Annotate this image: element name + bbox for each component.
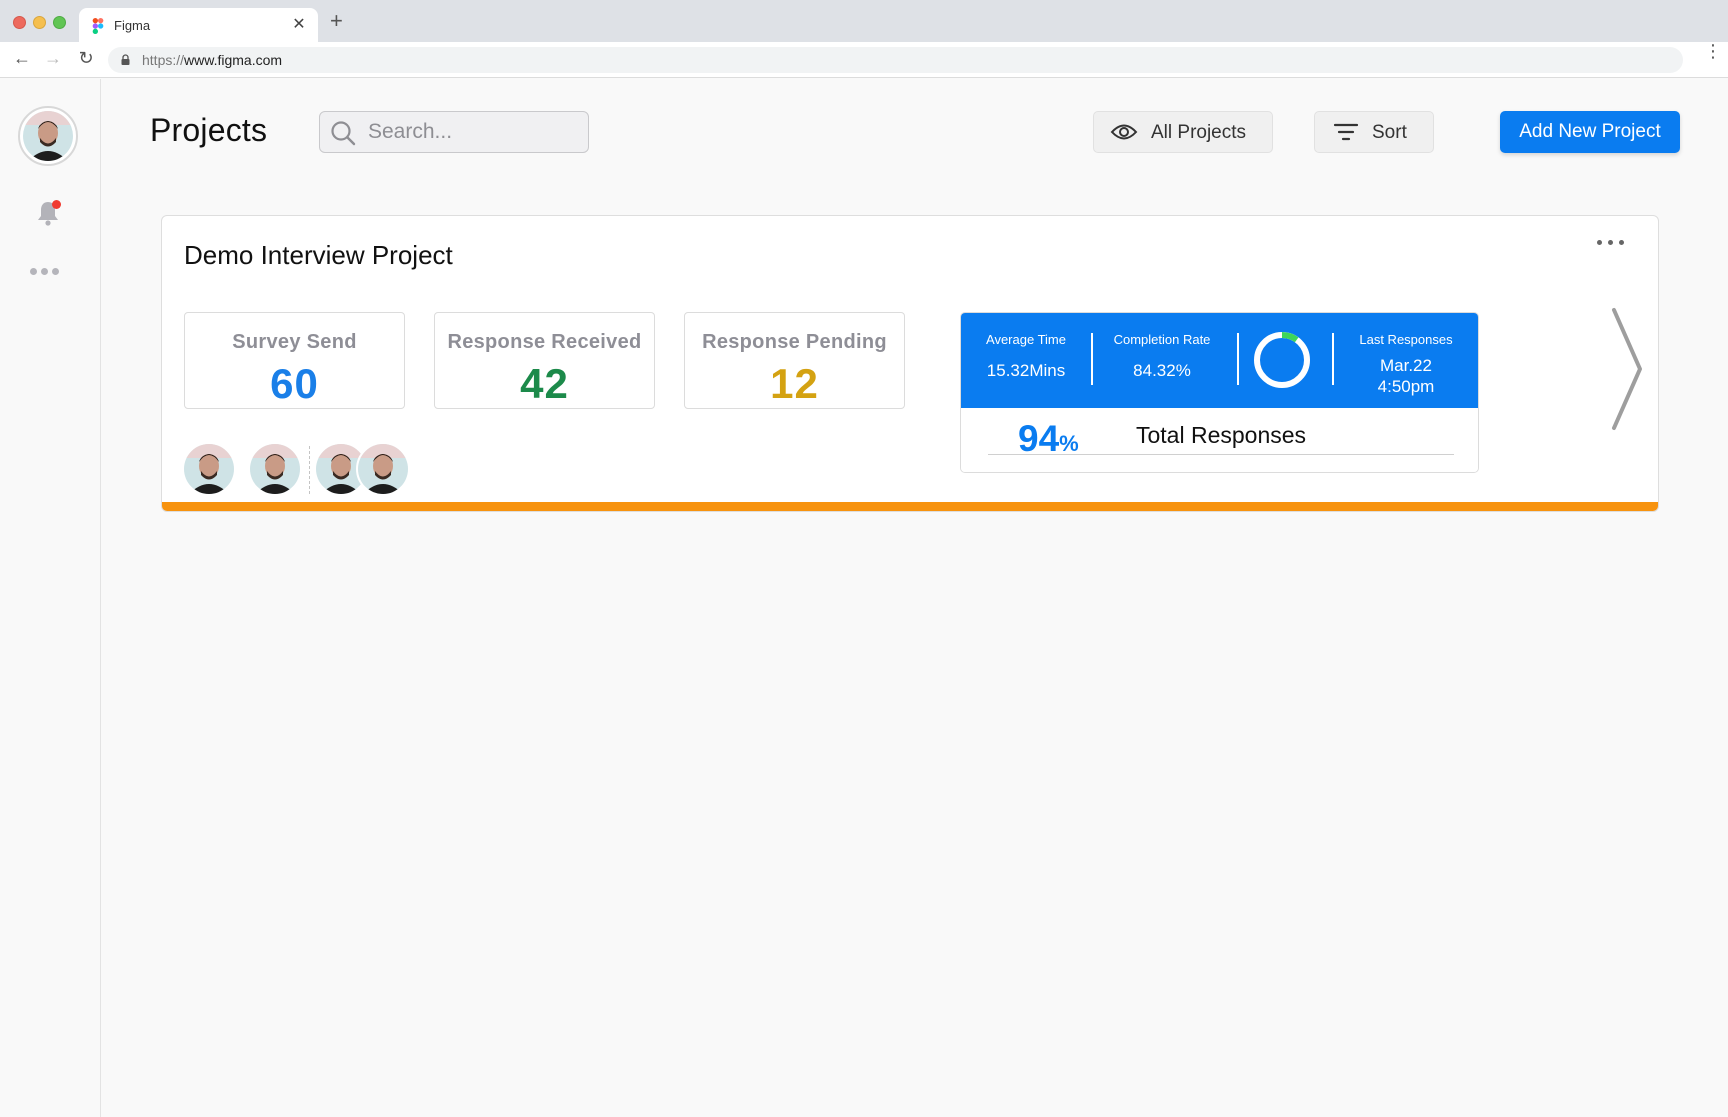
- metric-divider: [1237, 333, 1239, 385]
- lock-icon: [121, 54, 130, 65]
- project-card[interactable]: Demo Interview Project Survey Send 60 Re…: [161, 215, 1659, 512]
- average-time-label: Average Time: [986, 332, 1066, 347]
- completion-rate-label: Completion Rate: [1113, 332, 1211, 347]
- average-time-metric: Average Time 15.32Mins: [975, 332, 1077, 381]
- back-arrow-icon[interactable]: ←: [11, 48, 33, 69]
- project-accent-bar: [162, 502, 1658, 511]
- team-member-avatar[interactable]: [182, 442, 236, 496]
- avatar-portrait-icon: [184, 444, 234, 494]
- team-member-avatar[interactable]: [248, 442, 302, 496]
- all-projects-label: All Projects: [1151, 122, 1247, 143]
- url-host: www.figma.com: [184, 52, 283, 68]
- browser-tab[interactable]: Figma ✕: [79, 8, 318, 42]
- browser-tab-title: Figma: [114, 18, 151, 33]
- team-avatars: [182, 442, 422, 498]
- stat-response-pending: Response Pending 12: [684, 312, 905, 409]
- average-time-value: 15.32Mins: [986, 361, 1066, 380]
- sort-filter-icon: [1333, 123, 1359, 141]
- team-member-avatar[interactable]: [356, 442, 410, 496]
- total-pct-unit: %: [1059, 431, 1079, 456]
- stat-survey-send: Survey Send 60: [184, 312, 405, 409]
- page-title: Projects: [150, 112, 268, 148]
- new-tab-icon[interactable]: +: [330, 10, 343, 32]
- completion-rate-value: 84.32%: [1133, 361, 1191, 380]
- notification-dot: [52, 200, 61, 209]
- browser-address-bar: ← → ↻ https://www.figma.com ⋮: [0, 42, 1728, 78]
- total-responses-underline: [988, 454, 1454, 455]
- forward-arrow-icon[interactable]: →: [42, 48, 64, 69]
- avatar-divider: [309, 446, 310, 494]
- stat-value: 60: [270, 360, 319, 407]
- stat-label: Survey Send: [232, 331, 357, 353]
- last-responses-label: Last Responses: [1359, 332, 1453, 347]
- more-options-icon[interactable]: [30, 262, 63, 280]
- completion-donut: [1254, 332, 1310, 388]
- stat-value: 42: [520, 360, 569, 407]
- card-more-options-icon[interactable]: [1597, 232, 1630, 250]
- url-field[interactable]: https://www.figma.com: [108, 47, 1683, 73]
- total-responses-row: 94% Total Responses: [961, 408, 1478, 472]
- stat-label: Response Pending: [702, 331, 887, 353]
- avatar-portrait-icon: [358, 444, 408, 494]
- sort-label: Sort: [1372, 122, 1407, 143]
- metric-divider: [1332, 333, 1334, 385]
- chevron-right-icon[interactable]: [1610, 306, 1646, 432]
- stat-value: 12: [770, 360, 819, 407]
- reload-icon[interactable]: ↻: [75, 48, 97, 69]
- url-protocol: https://: [142, 52, 185, 68]
- metrics-header: Average Time 15.32Mins Completion Rate 8…: [961, 313, 1478, 408]
- figma-logo-icon: [92, 18, 104, 34]
- total-responses-label: Total Responses: [1136, 422, 1307, 448]
- project-title: Demo Interview Project: [184, 240, 453, 270]
- add-new-project-button[interactable]: Add New Project: [1500, 111, 1680, 153]
- avatar-portrait-icon: [23, 111, 73, 161]
- stat-label: Response Received: [447, 331, 642, 353]
- donut-track: [1254, 332, 1310, 388]
- browser-tab-bar: Figma ✕ +: [0, 0, 1728, 42]
- browser-menu-icon[interactable]: ⋮: [1704, 42, 1722, 60]
- window-maximize-button[interactable]: [53, 16, 66, 29]
- last-responses-time: 4:50pm: [1377, 377, 1435, 396]
- search-icon: [331, 121, 356, 146]
- stat-response-received: Response Received 42: [434, 312, 655, 409]
- metric-divider: [1091, 333, 1093, 385]
- completion-rate-metric: Completion Rate 84.32%: [1101, 332, 1223, 381]
- window-minimize-button[interactable]: [33, 16, 46, 29]
- search-box[interactable]: [319, 111, 589, 153]
- last-responses-date: Mar.22: [1380, 356, 1432, 375]
- total-pct-value: 94: [1018, 418, 1060, 459]
- metrics-panel: Average Time 15.32Mins Completion Rate 8…: [960, 312, 1479, 473]
- eye-icon: [1110, 124, 1138, 140]
- user-avatar[interactable]: [18, 106, 78, 166]
- close-tab-icon[interactable]: ✕: [290, 14, 308, 34]
- sort-button[interactable]: Sort: [1314, 111, 1434, 153]
- avatar-portrait-icon: [250, 444, 300, 494]
- last-responses-metric: Last Responses Mar.22 4:50pm: [1341, 332, 1471, 397]
- left-sidebar: [0, 79, 101, 1117]
- search-input[interactable]: [368, 118, 578, 146]
- window-close-button[interactable]: [13, 16, 26, 29]
- all-projects-button[interactable]: All Projects: [1093, 111, 1273, 153]
